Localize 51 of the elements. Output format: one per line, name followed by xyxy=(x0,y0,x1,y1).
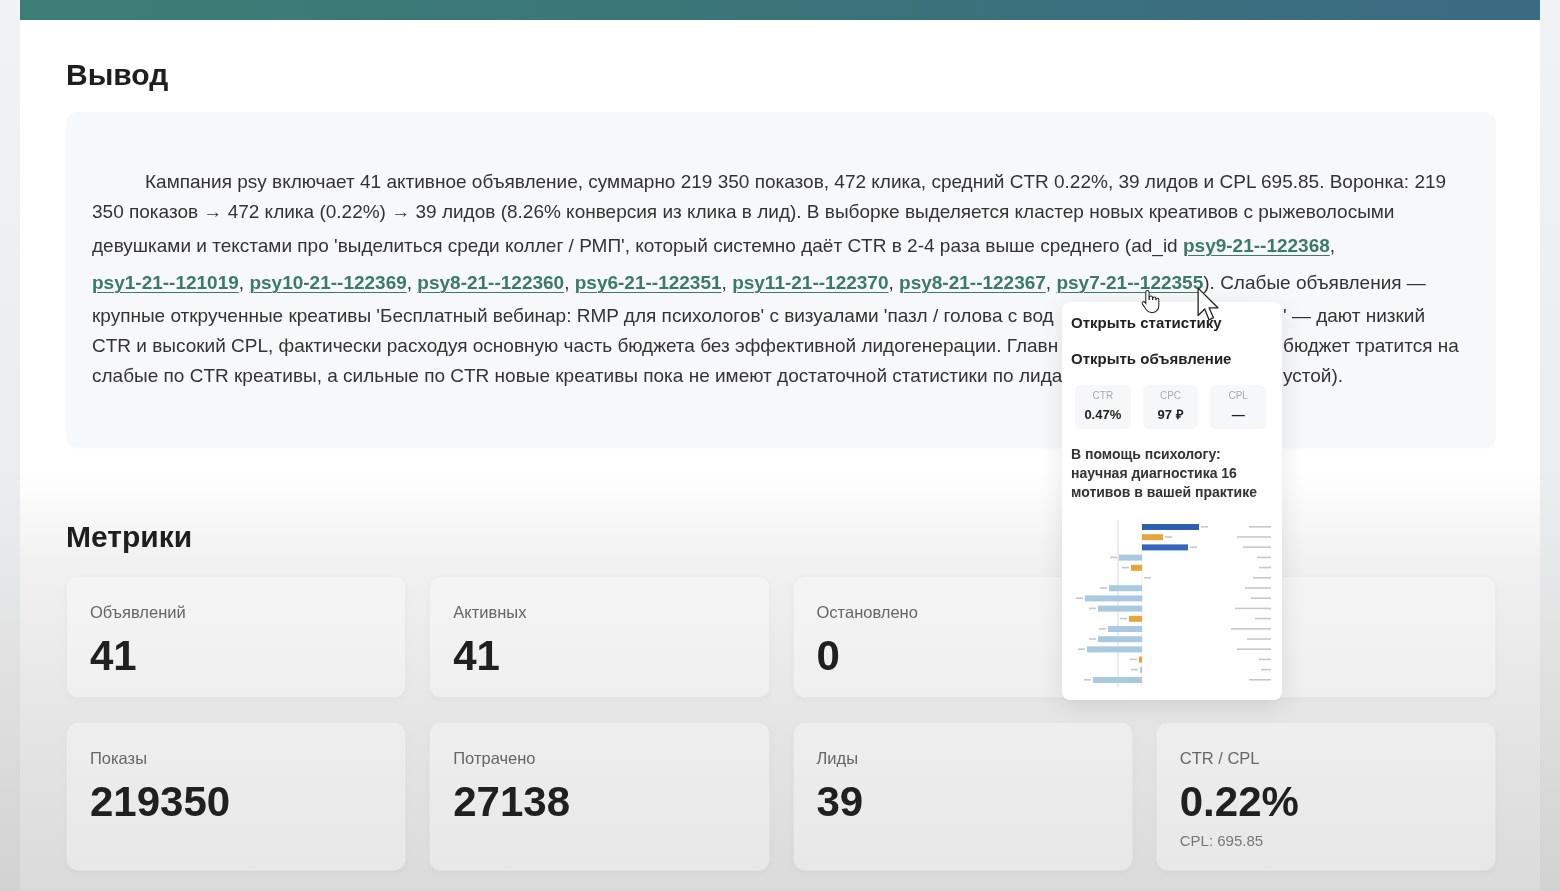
metric-label: Потрачено xyxy=(453,748,537,769)
ad-id-link[interactable]: psy1-21--121019 xyxy=(92,272,239,293)
paragraph-text: , xyxy=(1045,272,1053,293)
ad-id-link[interactable]: psy10-21--122369 xyxy=(249,272,407,293)
paragraph-text: CTR и высокий CPL, фактически расходуя основную часть бюджета без эффективной лидогенерации. Главн xyxy=(92,334,1060,358)
metric-label: Объявлений xyxy=(90,602,187,623)
metric-value: 41 xyxy=(453,634,501,678)
stat-label: CPL xyxy=(1227,390,1249,402)
metric-value: 41 xyxy=(90,634,138,678)
ad-id-link[interactable]: psy11-21--122370 xyxy=(732,272,889,293)
ad-id-link[interactable]: psy8-21--122367 xyxy=(899,272,1046,293)
metric-label: Остановлено xyxy=(816,602,919,623)
stat-label: CTR xyxy=(1091,390,1115,402)
metric-value: 39 xyxy=(816,780,865,824)
section-title: Метрики xyxy=(66,520,193,554)
stat-value: 97 ₽ xyxy=(1156,406,1185,424)
metric-value: 27138 xyxy=(453,780,572,824)
paragraph-text: устой). xyxy=(1283,364,1345,388)
paragraph-text: 350 показов → 472 клика (0.22%) → 39 лидов (8.26% конверсия из клика в лид). В выборке выделяется кластер новых креативов с рыжеволосыми xyxy=(92,201,1395,222)
metric-value: 0 xyxy=(816,634,841,678)
ad-id-link[interactable]: psy8-21--122360 xyxy=(417,272,565,293)
paragraph-text: , xyxy=(238,272,246,293)
popover-menu-item[interactable]: Открыть объявление xyxy=(1062,340,1282,376)
metric-label: Лиды xyxy=(816,748,860,769)
ad-id-link[interactable]: psy7-21--122355 xyxy=(1056,272,1204,293)
paragraph-text: , xyxy=(564,272,571,293)
ad-id-link[interactable]: psy6-21--122351 xyxy=(574,272,722,293)
stat-label: CPC xyxy=(1158,390,1183,402)
paragraph-text: ). Слабые объявления — xyxy=(1203,272,1426,293)
paragraph-text: , xyxy=(1329,235,1336,256)
section-title: Вывод xyxy=(66,58,169,92)
paragraph-text: бюджет тратится на xyxy=(1283,334,1460,358)
paragraph-text: девушками и текстами про 'выделиться среди коллег / РМП', который системно даёт CTR в 2-4 раза выше среднего (ad_id xyxy=(92,235,1179,256)
metric-label: Активных xyxy=(453,602,528,623)
paragraph-text: слабые по CTR креативы, а сильные по CTR новые креативы пока не имеют достаточной статистики по лида xyxy=(92,364,1062,388)
metric-value: 219350 xyxy=(90,780,232,824)
metric-label: Показы xyxy=(90,748,149,769)
paragraph-text: ' — дают низкий xyxy=(1283,304,1426,328)
paragraph-text: Кампания psy включает 41 активное объявление, суммарно 219 350 показов, 472 клика, средний CTR 0.22%, 39 лидов и CPL 695.85. Воронка: 219 xyxy=(145,171,1447,192)
paragraph-text: , xyxy=(888,272,895,293)
popover-menu-item[interactable]: Открыть статистику xyxy=(1062,304,1282,340)
stat-value: 0.47% xyxy=(1083,406,1123,424)
paragraph-text: , xyxy=(406,272,414,293)
ad-id-link[interactable]: psy9-21--122368 xyxy=(1183,235,1330,256)
paragraph-text: крупные открученные креативы 'Бесплатный вебинар: RMP для психологов' с визуалами 'пазл / голова с вод xyxy=(92,304,1055,328)
paragraph-text: , xyxy=(721,272,728,293)
stat-value: — xyxy=(1230,406,1246,424)
metric-note: CPL: 695.85 xyxy=(1179,831,1265,851)
ad-title: В помощь психологу: научная диагностика 16 мотивов в вашей практике xyxy=(1071,445,1259,502)
metric-value: 0.22% xyxy=(1179,780,1300,824)
metric-label: CTR / CPL xyxy=(1179,748,1261,769)
